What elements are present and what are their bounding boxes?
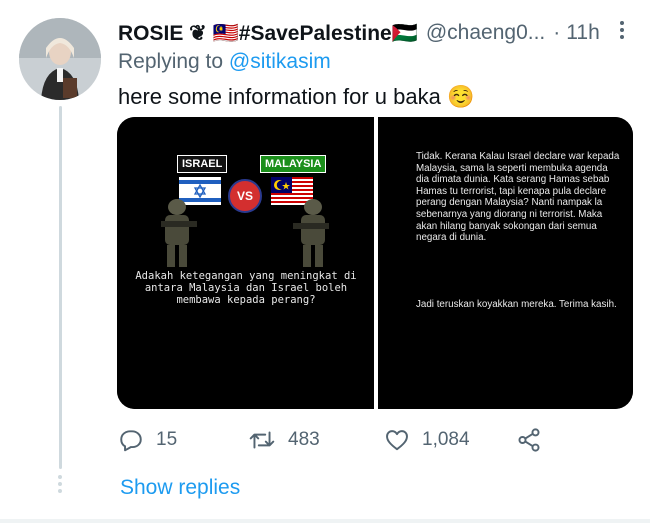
reply-button[interactable]: 15 — [118, 424, 177, 456]
tweet-text: here some information for u baka ☺️ — [118, 84, 475, 109]
soldiers-illustration — [161, 199, 329, 267]
display-name[interactable]: ROSIE ❦ 🇲🇾#SavePalestine🇵🇸 — [118, 21, 418, 46]
share-icon — [518, 428, 540, 452]
question-text: Adakah ketegangan yang meningkat di anta… — [135, 270, 357, 306]
retweet-count: 483 — [288, 429, 320, 450]
avatar-photo — [19, 18, 101, 100]
media-image-left[interactable]: ISRAEL MALAYSIA VS Adakah ketegangan yan… — [117, 117, 374, 409]
tweet-actions: 15 483 1,084 — [118, 424, 638, 456]
tweet-header: ROSIE ❦ 🇲🇾#SavePalestine🇵🇸 @chaeng0... ·… — [118, 18, 638, 48]
more-icon[interactable] — [612, 19, 632, 41]
share-button[interactable] — [516, 424, 554, 456]
timestamp[interactable]: 11h — [566, 21, 599, 45]
media-grid: ISRAEL MALAYSIA VS Adakah ketegangan yan… — [117, 117, 633, 409]
reply-icon — [120, 430, 142, 452]
media-image-right[interactable]: Tidak. Kerana Kalau Israel declare war k… — [378, 117, 633, 409]
separator-dot: · — [553, 21, 561, 44]
replying-to-line: Replying to @sitikasim — [118, 50, 331, 74]
show-replies-link[interactable]: Show replies — [120, 476, 240, 500]
retweet-icon — [249, 431, 275, 449]
answer-paragraph-2: Jadi teruskan koyakkan mereka. Terima ka… — [416, 299, 617, 310]
retweet-button[interactable]: 483 — [248, 424, 320, 456]
like-button[interactable]: 1,084 — [384, 424, 470, 456]
like-count: 1,084 — [422, 429, 470, 450]
answer-paragraph-1: Tidak. Kerana Kalau Israel declare war k… — [416, 151, 620, 244]
avatar[interactable] — [19, 18, 101, 100]
malaysia-label: MALAYSIA — [260, 155, 327, 173]
thread-more-dots — [56, 475, 64, 496]
reply-count: 15 — [156, 429, 178, 450]
replying-to-mention[interactable]: @sitikasim — [229, 50, 331, 73]
bottom-divider — [0, 519, 650, 523]
user-handle[interactable]: @chaeng0... — [426, 21, 545, 45]
replying-prefix: Replying to — [118, 50, 224, 73]
thread-line — [59, 106, 62, 469]
like-icon — [386, 430, 408, 451]
israel-label: ISRAEL — [177, 155, 228, 173]
